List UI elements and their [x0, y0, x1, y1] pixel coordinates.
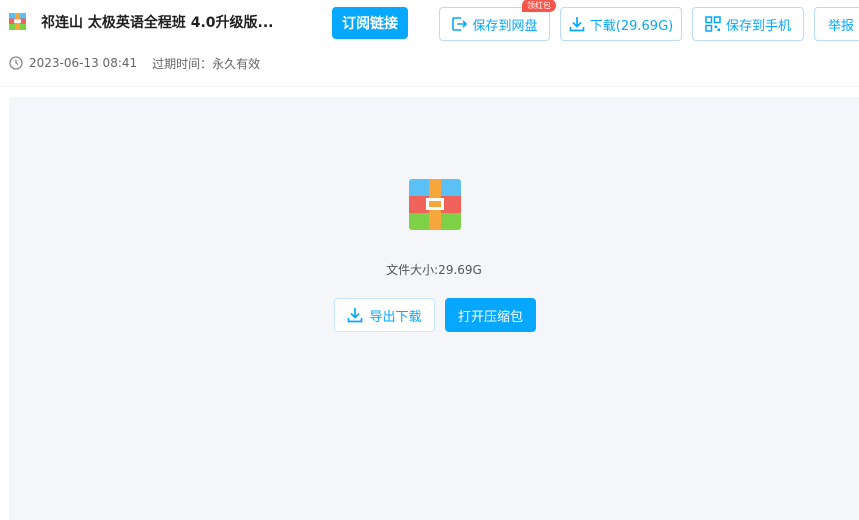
download-button[interactable]: 下载(29.69G) [560, 7, 682, 41]
export-download-label: 导出下载 [369, 309, 422, 325]
zip-archive-icon [409, 179, 461, 230]
share-date: 2023-06-13 08:41 [29, 56, 138, 70]
export-download-button[interactable]: 导出下载 [334, 298, 435, 332]
zip-file-icon [9, 13, 26, 30]
download-label: 下载(29.69G) [589, 18, 674, 34]
header-bar: 祁连山 太极英语全程班 4.0升级版... 订阅链接 保存到网盘 领红包 下载(… [0, 0, 859, 48]
clock-icon [9, 56, 23, 70]
qr-code-icon [705, 16, 721, 32]
report-button[interactable]: 举报 [814, 7, 859, 41]
header-divider [0, 86, 859, 87]
open-archive-button[interactable]: 打开压缩包 [445, 298, 536, 332]
preview-panel: 文件大小:29.69G 导出下载 打开压缩包 [9, 97, 859, 520]
subscribe-link-button[interactable]: 订阅链接 [332, 7, 408, 39]
save-to-phone-button[interactable]: 保存到手机 [692, 7, 804, 41]
share-page: 祁连山 太极英语全程班 4.0升级版... 订阅链接 保存到网盘 领红包 下载(… [0, 0, 859, 520]
download-icon [569, 17, 585, 32]
file-title: 祁连山 太极英语全程班 4.0升级版... [41, 15, 274, 31]
save-to-phone-label: 保存到手机 [725, 18, 791, 34]
expire-value: 永久有效 [212, 56, 261, 71]
file-size-text: 文件大小:29.69G [386, 263, 482, 277]
red-packet-badge[interactable]: 领红包 [522, 0, 556, 12]
report-label: 举报 [828, 18, 855, 34]
file-meta: 2023-06-13 08:41 过期时间： 永久有效 [9, 54, 260, 72]
download-icon [348, 308, 363, 323]
save-to-netdisk-label: 保存到网盘 [472, 18, 538, 34]
expire-label: 过期时间： [152, 56, 213, 71]
save-to-netdisk-button[interactable]: 保存到网盘 [439, 7, 550, 41]
save-icon [452, 17, 468, 31]
